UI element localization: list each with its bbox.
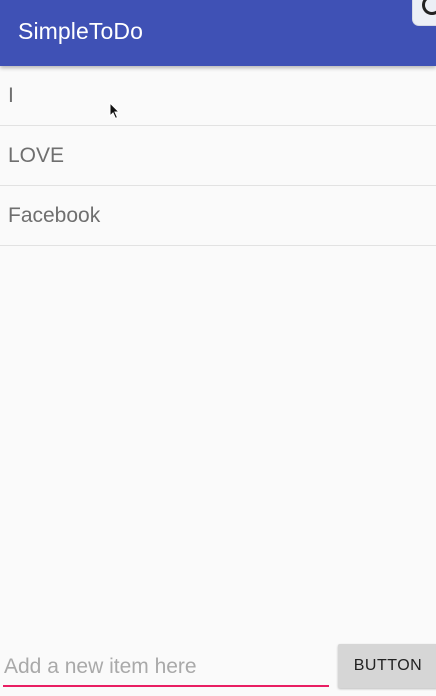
overlay-indicator-icon[interactable] [412, 0, 436, 26]
list-item[interactable]: LOVE [0, 126, 436, 186]
new-item-input[interactable] [3, 650, 330, 684]
add-item-bar: BUTTON [0, 640, 436, 696]
ring-shape [422, 0, 436, 15]
mouse-pointer-icon [109, 102, 121, 120]
list-item-label: LOVE [8, 143, 65, 167]
input-underline [3, 685, 329, 687]
app-title: SimpleToDo [18, 18, 143, 44]
app-bar: SimpleToDo [0, 0, 436, 66]
list-item[interactable]: Facebook [0, 186, 436, 246]
app-screen: SimpleToDo I LOVE Facebook BUTTON [0, 0, 436, 696]
list-item-label: I [8, 83, 14, 107]
add-item-button[interactable]: BUTTON [338, 644, 436, 688]
list-item[interactable]: I [0, 66, 436, 126]
new-item-field-wrapper [3, 650, 330, 688]
list-item-label: Facebook [8, 203, 101, 227]
todo-list: I LOVE Facebook [0, 66, 436, 246]
